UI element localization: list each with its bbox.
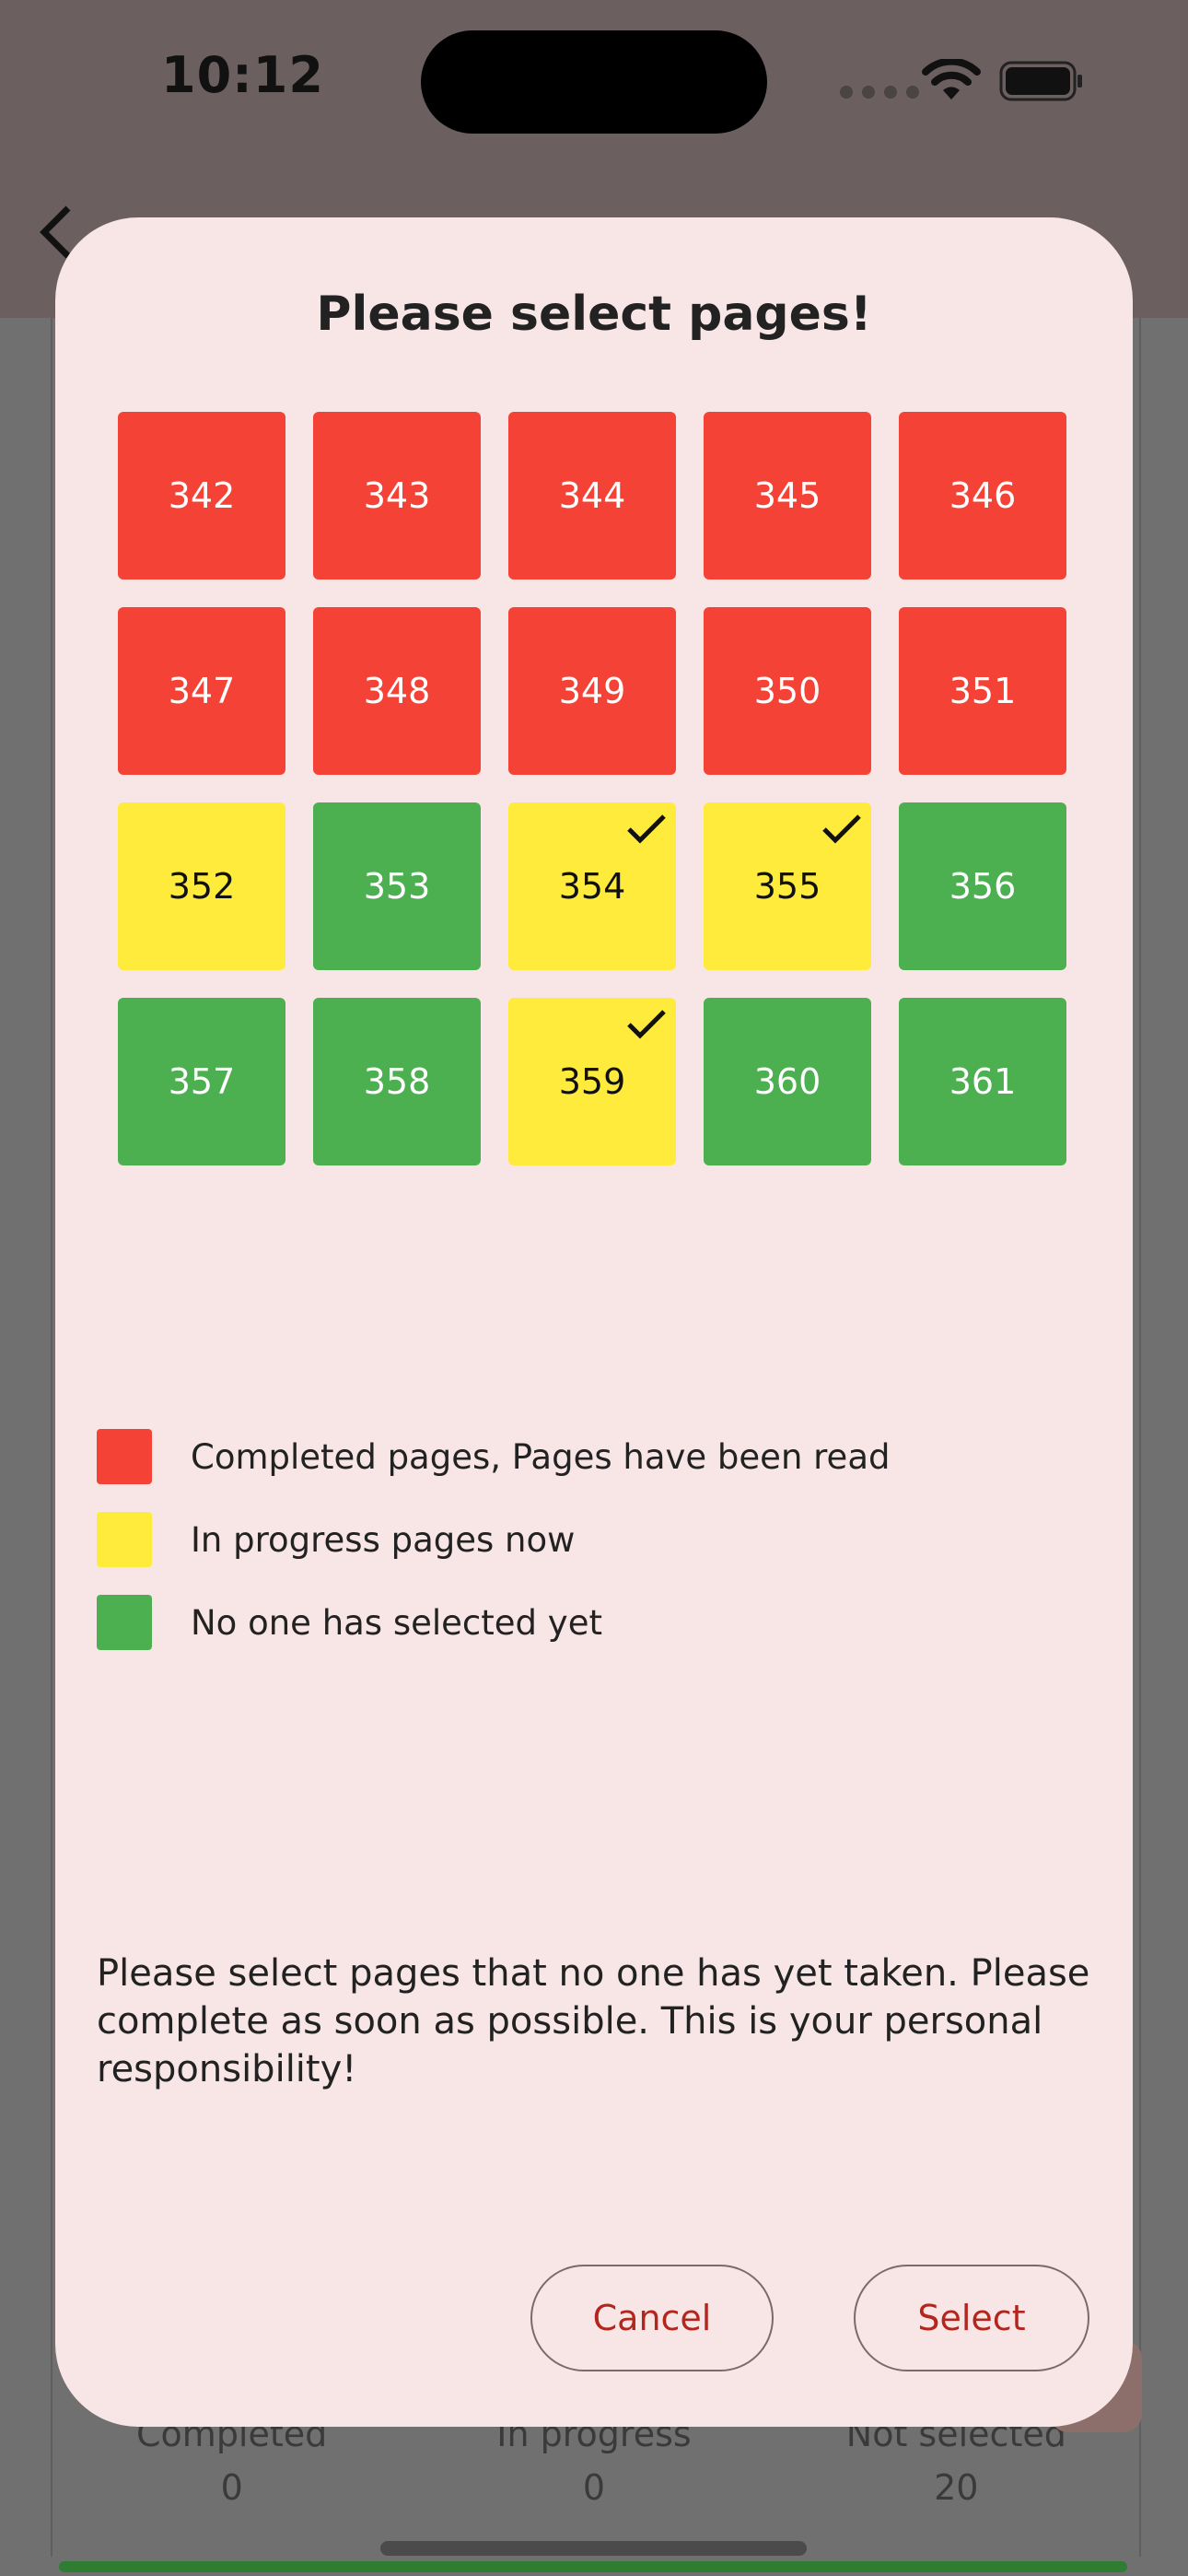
page-number: 356 xyxy=(949,866,1017,907)
instructions-text: Please select pages that no one has yet … xyxy=(97,1952,1090,2090)
back-arrow-icon[interactable] xyxy=(37,205,74,260)
page-number: 354 xyxy=(558,866,626,907)
legend-label-completed: Completed pages, Pages have been read xyxy=(191,1436,891,1477)
page-tile-352[interactable]: 352 xyxy=(118,802,285,970)
page-tile-358[interactable]: 358 xyxy=(313,998,481,1165)
page-tile-351[interactable]: 351 xyxy=(899,607,1066,775)
legend-swatch-free xyxy=(97,1595,152,1650)
page-tile-361[interactable]: 361 xyxy=(899,998,1066,1165)
legend-completed: Completed pages, Pages have been read xyxy=(97,1429,890,1484)
cellular-signal-icon xyxy=(840,86,919,99)
page-tile-343[interactable]: 343 xyxy=(313,412,481,580)
page-tile-355[interactable]: 355 xyxy=(704,802,871,970)
page-tile-348[interactable]: 348 xyxy=(313,607,481,775)
page-number: 361 xyxy=(949,1061,1017,1102)
page-number: 348 xyxy=(363,671,431,711)
page-number: 358 xyxy=(363,1061,431,1102)
legend-swatch-completed xyxy=(97,1429,152,1484)
page-number: 347 xyxy=(168,671,236,711)
checkmark-icon xyxy=(627,814,666,844)
page-tile-350[interactable]: 350 xyxy=(704,607,871,775)
legend-label-free: No one has selected yet xyxy=(191,1602,602,1643)
page-tile-345[interactable]: 345 xyxy=(704,412,871,580)
checkmark-icon xyxy=(627,1010,666,1039)
select-pages-dialog: Please select pages! 342 343 344 345 346 347 3… xyxy=(55,217,1133,2427)
legend-in-progress: In progress pages now xyxy=(97,1512,575,1567)
page-number: 353 xyxy=(363,866,431,907)
page-number: 351 xyxy=(949,671,1017,711)
page-tile-344[interactable]: 344 xyxy=(508,412,676,580)
cancel-button[interactable]: Cancel xyxy=(530,2265,774,2371)
page-number: 352 xyxy=(168,866,236,907)
page-number: 343 xyxy=(363,475,431,516)
page-tile-346[interactable]: 346 xyxy=(899,412,1066,580)
page-number: 346 xyxy=(949,475,1017,516)
page-number: 355 xyxy=(753,866,821,907)
page-number: 350 xyxy=(753,671,821,711)
background-progress-bar xyxy=(59,2561,1127,2572)
page-number: 342 xyxy=(168,475,236,516)
page-number: 359 xyxy=(558,1061,626,1102)
status-time: 10:12 xyxy=(161,46,324,104)
page-tile-356[interactable]: 356 xyxy=(899,802,1066,970)
page-number: 357 xyxy=(168,1061,236,1102)
legend-label-in-progress: In progress pages now xyxy=(191,1519,576,1560)
legend-free: No one has selected yet xyxy=(97,1595,602,1650)
dialog-title: Please select pages! xyxy=(316,287,872,342)
page-tile-349[interactable]: 349 xyxy=(508,607,676,775)
legend-swatch-in-progress xyxy=(97,1512,152,1567)
page-tile-359[interactable]: 359 xyxy=(508,998,676,1165)
stat-completed: Completed 0 xyxy=(136,2414,328,2508)
page-tile-353[interactable]: 353 xyxy=(313,802,481,970)
wifi-icon xyxy=(922,59,981,100)
page-tile-354[interactable]: 354 xyxy=(508,802,676,970)
select-button[interactable]: Select xyxy=(854,2265,1089,2371)
page-number: 345 xyxy=(753,475,821,516)
page-number: 360 xyxy=(753,1061,821,1102)
page-tile-360[interactable]: 360 xyxy=(704,998,871,1165)
page-number: 344 xyxy=(558,475,626,516)
page-tile-357[interactable]: 357 xyxy=(118,998,285,1165)
home-indicator xyxy=(380,2541,807,2556)
checkmark-icon xyxy=(822,814,861,844)
background-stats: Completed 0 In progress 0 Not selected 2… xyxy=(51,2414,1137,2534)
dynamic-island xyxy=(421,30,767,134)
page-tile-347[interactable]: 347 xyxy=(118,607,285,775)
battery-icon xyxy=(999,61,1082,101)
page-tile-342[interactable]: 342 xyxy=(118,412,285,580)
page-number: 349 xyxy=(558,671,626,711)
stat-in-progress: In progress 0 xyxy=(496,2414,692,2508)
